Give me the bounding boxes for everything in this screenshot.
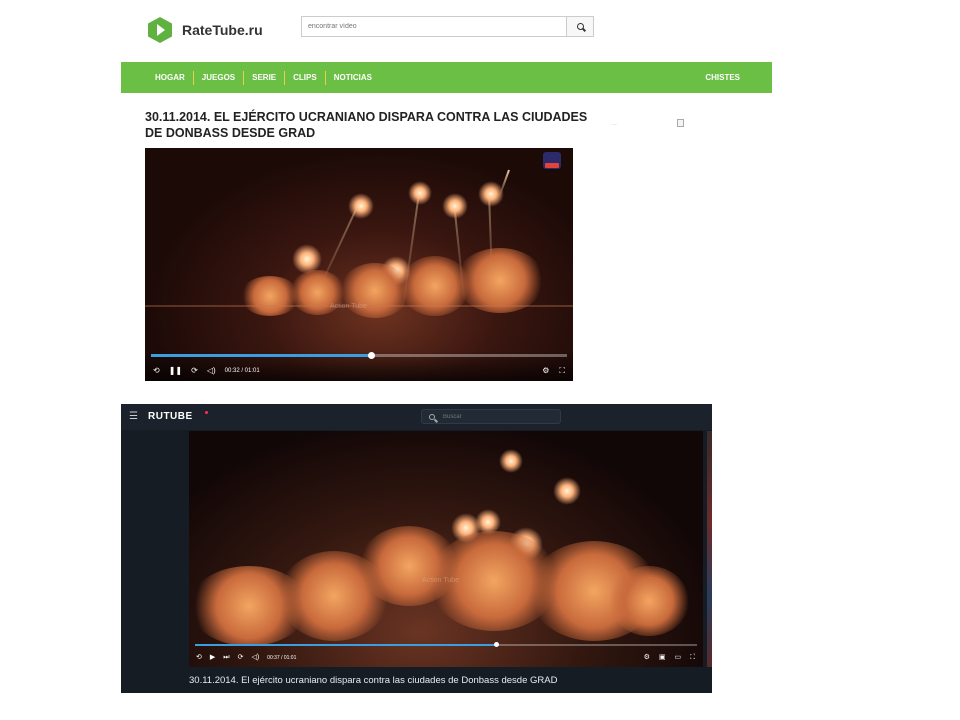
rutube-screenshot: ☰ RUTUBE Action Tube ⟲ ▶ <box>121 404 712 693</box>
rutube-logo-dot <box>205 411 208 414</box>
settings-gear-icon[interactable]: ⚙ <box>644 653 650 662</box>
nav-item-hogar[interactable]: HOGAR <box>147 73 193 82</box>
nav-item-noticias[interactable]: NOTICIAS <box>326 73 380 82</box>
channel-logo-icon <box>543 152 561 169</box>
play-icon[interactable]: ▶ <box>210 653 215 662</box>
search-icon <box>429 413 435 420</box>
video-player[interactable]: Action Tube ⟲ ❚❚ ⟳ ◁) 00:32 / 01:01 ⚙ ⛶ <box>145 148 573 381</box>
search-bar <box>301 16 594 37</box>
search-icon <box>576 23 584 30</box>
rutube-logo[interactable]: RUTUBE <box>148 411 193 422</box>
nav-item-juegos[interactable]: JUEGOS <box>194 73 243 82</box>
picture-in-picture-icon[interactable]: ▣ <box>659 653 666 662</box>
volume-icon[interactable]: ◁) <box>251 653 259 662</box>
next-icon[interactable]: ⏭ <box>223 653 229 662</box>
forward-icon[interactable]: ⟳ <box>238 653 244 662</box>
rewind-10-icon[interactable]: ⟲ <box>153 366 160 375</box>
rutube-search-bar[interactable] <box>421 409 561 424</box>
fullscreen-icon[interactable]: ⛶ <box>690 653 695 662</box>
nav-item-clips[interactable]: CLIPS <box>285 73 325 82</box>
time-display: 00:32 / 01:01 <box>224 367 260 374</box>
video-watermark: Action Tube <box>422 577 459 584</box>
search-input[interactable] <box>302 17 566 36</box>
progress-bar[interactable] <box>195 642 697 647</box>
main-nav: HOGAR JUEGOS SERIE CLIPS NOTICIAS CHISTE… <box>121 62 772 93</box>
progress-bar[interactable] <box>151 352 567 359</box>
search-button[interactable] <box>566 17 593 36</box>
video-frame: Action Tube <box>145 148 573 381</box>
rutube-video-title: 30.11.2014. El ejército ucraniano dispar… <box>189 675 558 686</box>
video-frame: Action Tube <box>189 431 703 667</box>
site-logo[interactable]: RateTube.ru <box>148 17 263 43</box>
nav-item-chistes[interactable]: CHISTES <box>705 62 740 93</box>
rutube-video-player[interactable]: Action Tube ⟲ ▶ ⏭ ⟳ ◁) 00:37 / 01:01 ⚙ ▣… <box>189 431 703 667</box>
rutube-search-input[interactable] <box>441 412 545 421</box>
progress-fill <box>195 644 497 646</box>
play-logo-icon <box>148 17 172 43</box>
broken-image-icon <box>677 119 684 127</box>
volume-icon[interactable]: ◁) <box>207 366 216 375</box>
site-name: RateTube.ru <box>182 22 263 38</box>
rewind-icon[interactable]: ⟲ <box>196 653 202 662</box>
pause-icon[interactable]: ❚❚ <box>169 366 182 375</box>
settings-gear-icon[interactable]: ⚙ <box>542 366 549 375</box>
sidebar-ad-text: ····· <box>611 122 618 127</box>
theater-mode-icon[interactable]: ▭ <box>674 653 681 662</box>
progress-fill <box>151 354 372 357</box>
hamburger-menu-icon[interactable]: ☰ <box>129 411 138 422</box>
video-watermark: Action Tube <box>330 303 367 310</box>
nav-item-serie[interactable]: SERIE <box>244 73 284 82</box>
forward-10-icon[interactable]: ⟳ <box>191 366 198 375</box>
sidebar-thumbnails-edge <box>707 431 712 667</box>
time-display: 00:37 / 01:01 <box>267 654 297 661</box>
fullscreen-icon[interactable]: ⛶ <box>559 366 565 375</box>
rutube-header: ☰ RUTUBE <box>121 404 712 430</box>
page-title: 30.11.2014. EL EJÉRCITO UCRANIANO DISPAR… <box>145 110 588 140</box>
